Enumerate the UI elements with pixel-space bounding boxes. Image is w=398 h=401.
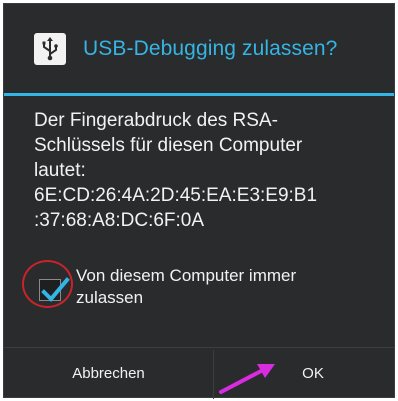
fingerprint-line: :37:68:A8:DC:6F:0A <box>34 210 205 231</box>
always-allow-row[interactable]: Von diesem Computer immer zulassen <box>22 260 384 314</box>
screenshot-frame: USB-Debugging zulassen? Der Fingerabdruc… <box>0 0 398 401</box>
title-divider <box>4 93 394 96</box>
message-line: lautet: <box>34 160 86 181</box>
fingerprint-line: 6E:CD:26:4A:2D:45:EA:E3:E9:B1 <box>34 185 318 206</box>
usb-debugging-dialog: USB-Debugging zulassen? Der Fingerabdruc… <box>3 3 396 399</box>
ok-button-label: OK <box>302 365 324 382</box>
always-allow-label[interactable]: Von diesem Computer immer zulassen <box>76 265 296 309</box>
ok-button[interactable]: OK <box>214 348 396 399</box>
message-line: Der Fingerabdruck des RSA- <box>34 110 278 131</box>
dialog-message: Der Fingerabdruck des RSA- Schlüssels fü… <box>34 108 384 233</box>
checkbox-label-line: zulassen <box>76 288 144 307</box>
dialog-header: USB-Debugging zulassen? <box>4 4 394 93</box>
checkmark-icon <box>41 277 70 302</box>
always-allow-checkbox[interactable] <box>39 277 70 302</box>
dialog-title: USB-Debugging zulassen? <box>83 36 338 60</box>
message-line: Schlüssels für diesen Computer <box>34 135 303 156</box>
cancel-button[interactable]: Abbrechen <box>4 348 213 399</box>
checkbox-label-line: Von diesem Computer immer <box>76 266 297 285</box>
usb-icon <box>34 32 66 65</box>
